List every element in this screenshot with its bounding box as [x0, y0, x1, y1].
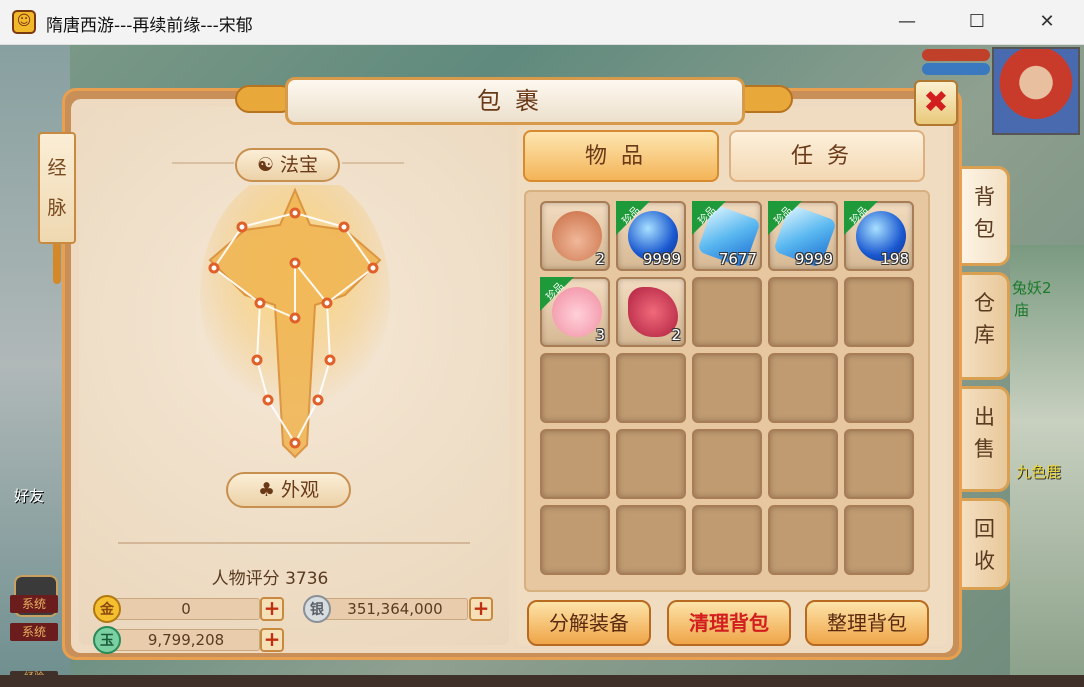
silver-coin-icon: 银 — [303, 595, 331, 623]
mp-bar — [922, 63, 990, 75]
bottom-status-strip — [0, 675, 1084, 687]
app-icon: ☺ — [12, 10, 36, 34]
divider — [342, 162, 404, 164]
inventory-slot[interactable]: 珍品 9999 — [768, 201, 838, 271]
item-quantity: 2 — [595, 250, 605, 268]
item-quantity: 2 — [671, 326, 681, 344]
jade-amount: 9,799,208 — [112, 629, 260, 651]
tab-recycle[interactable]: 回收 — [962, 498, 1010, 590]
item-quantity: 9999 — [794, 250, 833, 268]
tab-tasks[interactable]: 任务 — [729, 130, 925, 182]
inventory-slot[interactable] — [844, 505, 914, 575]
inventory-slot[interactable] — [844, 277, 914, 347]
gold-ingot-icon: 金 — [93, 595, 121, 623]
inventory-slot[interactable] — [768, 429, 838, 499]
inventory-slot[interactable] — [692, 277, 762, 347]
add-silver-button[interactable]: + — [469, 597, 493, 621]
inventory-slot[interactable] — [692, 429, 762, 499]
inventory-slot[interactable] — [540, 505, 610, 575]
inventory-slot[interactable] — [692, 505, 762, 575]
player-avatar[interactable] — [992, 47, 1080, 135]
window-titlebar: ☺ 隋唐西游---再续前缘---宋郁 — ☐ ✕ — [0, 0, 1084, 45]
magic-treasure-button[interactable]: ☯ 法宝 — [235, 148, 340, 182]
divider — [172, 162, 234, 164]
silver-amount: 351,364,000 — [322, 598, 468, 620]
inventory-slot[interactable] — [692, 353, 762, 423]
inventory-slot[interactable]: 珍品 9999 — [616, 201, 686, 271]
treasure-constellation — [200, 185, 390, 459]
inventory-slot[interactable] — [616, 505, 686, 575]
hp-bar — [922, 49, 990, 61]
close-icon[interactable]: ✖ — [914, 80, 958, 126]
jade-coin-icon: 玉 — [93, 626, 121, 654]
inventory-slot[interactable] — [616, 429, 686, 499]
clear-backpack-button[interactable]: 清理背包 — [667, 600, 791, 646]
add-gold-button[interactable]: + — [260, 597, 284, 621]
decompose-equipment-button[interactable]: 分解装备 — [527, 600, 651, 646]
npc-name: 庙 — [1014, 301, 1030, 319]
inventory-slot[interactable] — [844, 429, 914, 499]
tab-items[interactable]: 物品 — [523, 130, 719, 182]
yinyang-icon: ☯ — [256, 154, 274, 176]
item-quantity: 3 — [595, 326, 605, 344]
inventory-slot[interactable] — [540, 429, 610, 499]
character-score: 人物评分 3736 — [180, 564, 360, 589]
minimize-button[interactable]: — — [892, 8, 922, 36]
panel-title: 包裹 — [285, 77, 745, 125]
inventory-slot[interactable]: 珍品 7677 — [692, 201, 762, 271]
inventory-slot[interactable] — [844, 353, 914, 423]
inventory-slot[interactable]: 2 — [540, 201, 610, 271]
sort-backpack-button[interactable]: 整理背包 — [805, 600, 929, 646]
tab-warehouse[interactable]: 仓库 — [962, 272, 1010, 380]
appearance-button[interactable]: ♣ 外观 — [226, 472, 351, 508]
gold-amount: 0 — [112, 598, 260, 620]
meridian-tab[interactable]: 经脉 — [38, 132, 76, 244]
inventory-slot[interactable] — [768, 353, 838, 423]
close-window-button[interactable]: ✕ — [1032, 8, 1062, 36]
magic-treasure-label: 法宝 — [280, 154, 319, 176]
item-quantity: 7677 — [718, 250, 757, 268]
inventory-slot[interactable] — [768, 277, 838, 347]
system-tag: 系统 — [10, 623, 58, 641]
divider — [118, 542, 470, 544]
inventory-slot[interactable] — [540, 353, 610, 423]
friend-label[interactable]: 好友 — [14, 485, 44, 506]
item-quantity: 9999 — [642, 250, 681, 268]
inventory-slot[interactable] — [616, 353, 686, 423]
npc-name: 兔妖2 — [1012, 279, 1052, 297]
npc-name: 九色鹿 — [1016, 463, 1062, 481]
appearance-label: 外观 — [281, 479, 320, 501]
score-value: 3736 — [285, 569, 329, 589]
system-tag: 系统 — [10, 595, 58, 613]
inventory-slot[interactable]: 珍品 198 — [844, 201, 914, 271]
inventory-slot[interactable] — [768, 505, 838, 575]
tassel-decoration — [53, 244, 61, 284]
inventory-slot[interactable]: 2 — [616, 277, 686, 347]
robe-icon: ♣ — [257, 479, 275, 501]
add-jade-button[interactable]: + — [260, 628, 284, 652]
window-title: 隋唐西游---再续前缘---宋郁 — [46, 16, 253, 36]
inventory-slot[interactable]: 珍品 3 — [540, 277, 610, 347]
tab-sell[interactable]: 出售 — [962, 386, 1010, 492]
item-quantity: 198 — [880, 250, 909, 268]
tab-backpack[interactable]: 背包 — [962, 166, 1010, 266]
score-label: 人物评分 — [211, 569, 280, 589]
maximize-button[interactable]: ☐ — [962, 8, 992, 36]
